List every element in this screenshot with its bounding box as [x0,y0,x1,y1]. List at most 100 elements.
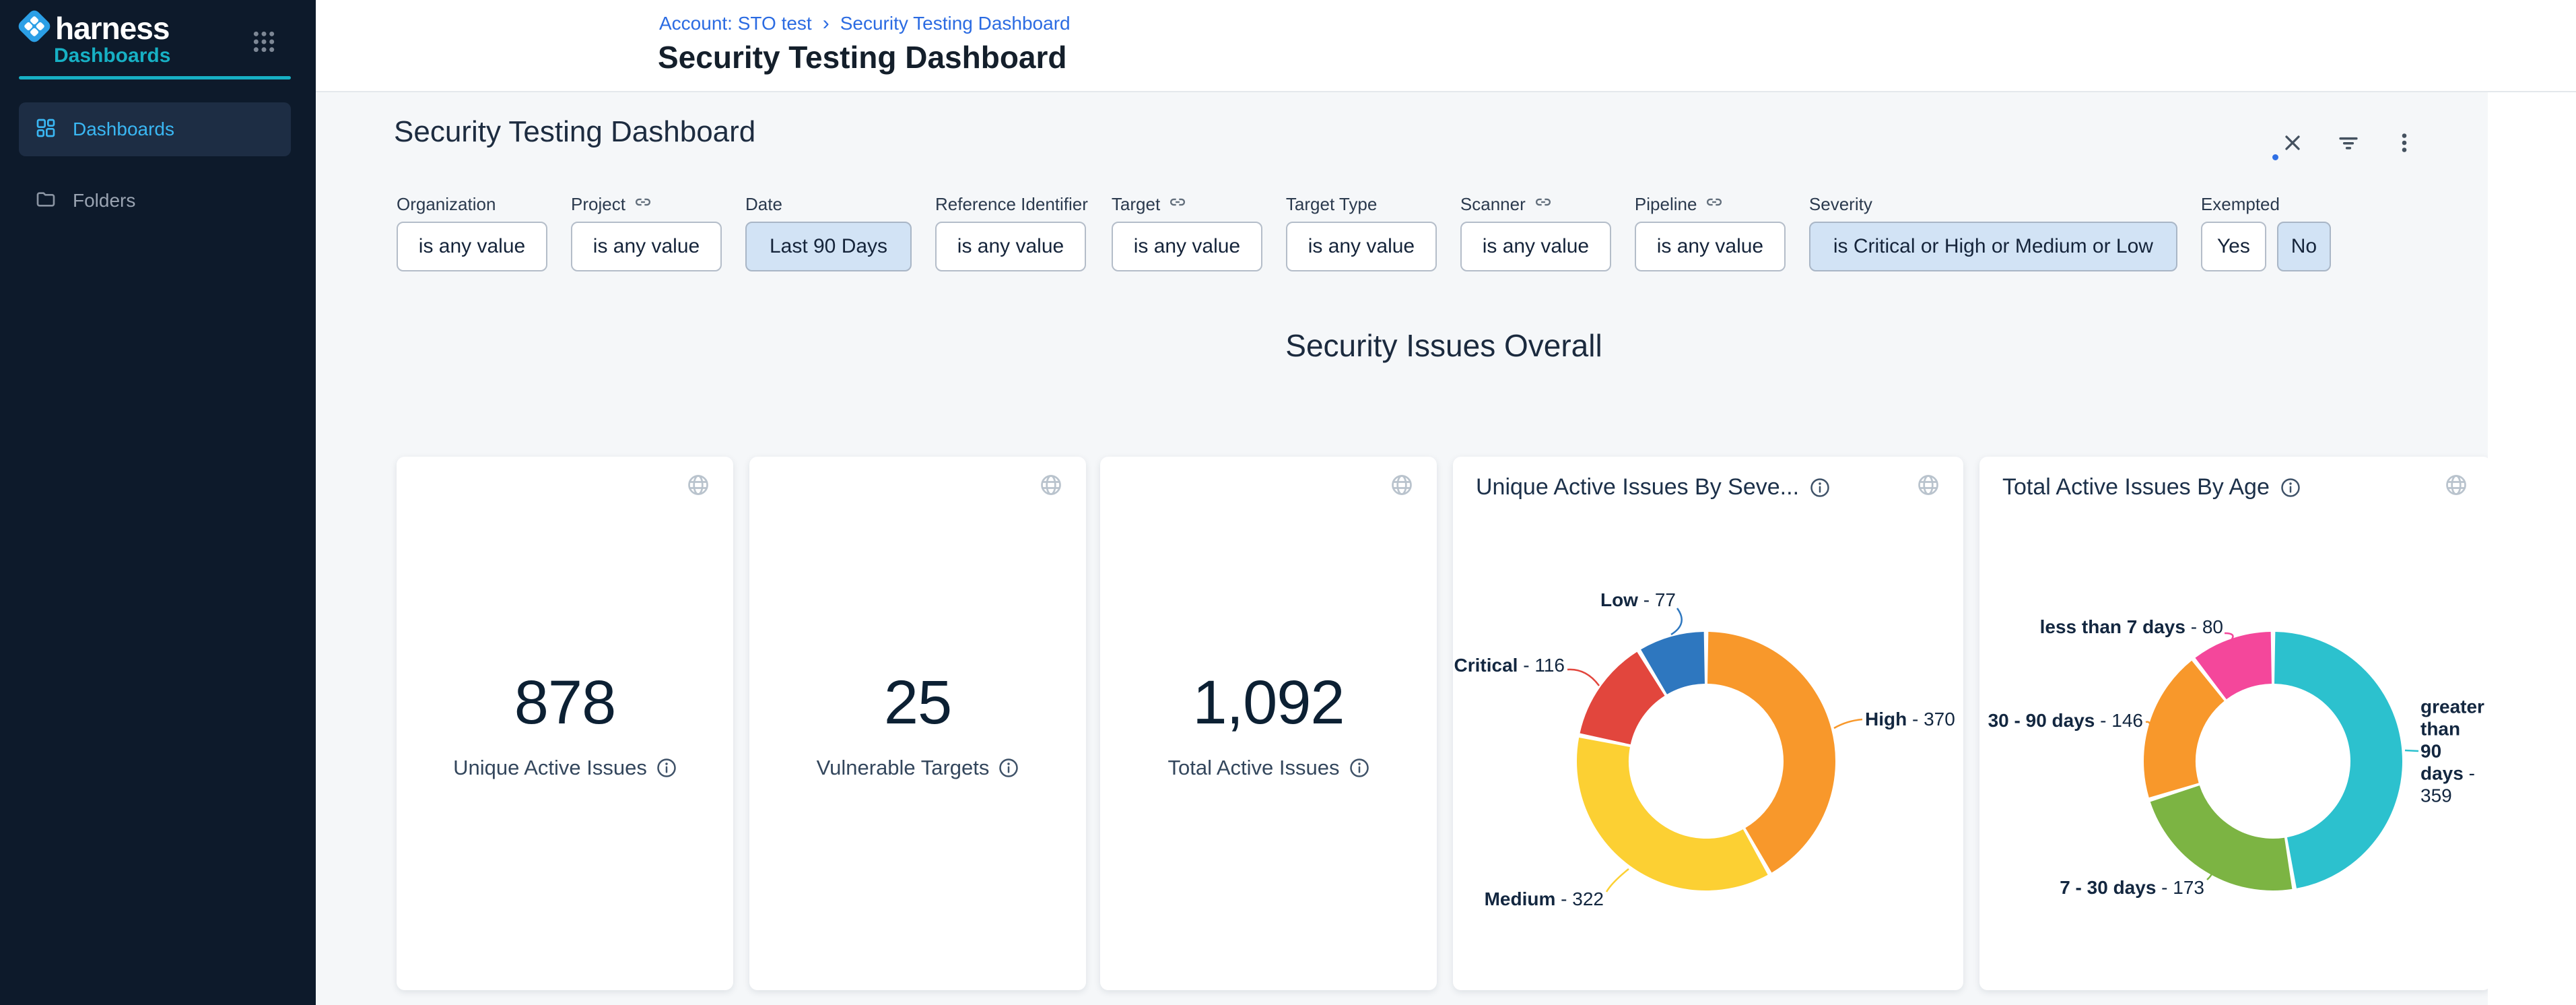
filter-label: Target [1112,193,1262,215]
donut-callout-label: less than 7 days - 80 [2040,616,2223,638]
filter-icon[interactable] [2336,130,2361,156]
filter-value-chip[interactable]: is any value [1635,222,1786,271]
filter-value-chip[interactable]: is any value [397,222,547,271]
filter-value-chip[interactable]: is any value [1112,222,1262,271]
donut-slice-high[interactable] [1708,658,1810,851]
filter-exempted: Exempted YesNo [2201,193,2331,271]
filter-label: Reference Identifier [935,193,1088,215]
top-header: Account: STO test › Security Testing Das… [316,0,2576,92]
filter-label: Organization [397,193,547,215]
callout-leader-line [2405,750,2418,751]
donut-callout-label: High - 370 [1865,709,1955,730]
stat-value: 1,092 [1192,668,1344,738]
close-icon[interactable] [2280,131,2305,155]
harness-logo[interactable]: harness [16,8,169,48]
donut-card-total-active-issues-by-age: Total Active Issues By Age greater than … [1979,457,2491,990]
filter-label: Scanner [1460,193,1611,215]
filter-value-chip[interactable]: Last 90 Days [745,222,912,271]
page-right-gutter [2488,92,2576,1005]
filter-pipeline: Pipeline is any value [1635,193,1786,271]
donut-slice-greater-than-90-days[interactable] [2275,658,2377,863]
chevron-right-icon: › [823,12,829,35]
filter-bar: Organization is any value Project is any va… [397,193,2331,271]
callout-leader-line [1671,608,1682,635]
donut-callout-label: greater than 90 days - 359 [2420,695,2484,806]
section-heading: Security Issues Overall [397,327,2491,364]
stat-label: Total Active Issues [1167,756,1339,780]
filter-reference-identifier: Reference Identifier is any value [935,193,1088,271]
filter-label: Date [745,193,912,215]
sidebar: harness Dashboards Dashboards Folders [0,0,316,1005]
dashboard-toolbar [2280,130,2416,156]
donut-slice-medium[interactable] [1603,742,1756,864]
link-icon [1534,193,1553,216]
kebab-menu-icon[interactable] [2392,131,2416,155]
callout-leader-line [1606,869,1629,892]
folder-icon [35,189,57,214]
callout-leader-line [1567,670,1599,686]
filter-label: Exempted [2201,193,2331,215]
sidebar-item-dashboards[interactable]: Dashboards [19,102,291,156]
product-name: Dashboards [54,44,170,67]
callout-leader-line [2225,633,2233,640]
callout-leader-line [2146,722,2150,726]
info-icon[interactable] [656,758,677,778]
filter-target-type: Target Type is any value [1286,193,1437,271]
sidebar-item-label: Folders [73,190,135,212]
sidebar-divider [19,76,291,79]
donut-slice-less-than-7-days[interactable] [2211,658,2272,679]
filter-value-chip[interactable]: is any value [935,222,1086,271]
info-icon[interactable] [1349,758,1369,778]
filter-value-chip[interactable]: is any value [571,222,722,271]
filter-label: Target Type [1286,193,1437,215]
stat-card-vulnerable-targets: 25 Vulnerable Targets [749,457,1086,990]
sidebar-item-folders[interactable]: Folders [19,174,291,228]
filter-label: Project [571,193,722,215]
stat-card-total-active-issues: 1,092 Total Active Issues [1100,457,1437,990]
dashboards-icon [35,117,57,142]
stat-value: 878 [514,668,616,738]
stat-card-unique-active-issues: 878 Unique Active Issues [397,457,733,990]
donut-callout-label: 7 - 30 days - 173 [2060,877,2204,899]
breadcrumb: Account: STO test › Security Testing Das… [659,12,1071,35]
filter-target: Target is any value [1112,193,1262,271]
filter-value-chip[interactable]: is any value [1460,222,1611,271]
filter-label: Severity [1809,193,2177,215]
filter-label: Pipeline [1635,193,1786,215]
sidebar-item-label: Dashboards [73,119,174,140]
sidebar-nav: Dashboards Folders [19,102,291,228]
donut-callout-label: Medium - 322 [1485,888,1604,910]
filter-project: Project is any value [571,193,722,271]
stat-label: Vulnerable Targets [817,756,990,780]
donut-callout-label: Low - 77 [1600,589,1676,611]
info-icon[interactable] [998,758,1019,778]
stat-label: Unique Active Issues [453,756,647,780]
donut-slice-critical[interactable] [1605,674,1651,739]
filter-value-chip[interactable]: is Critical or High or Medium or Low [1809,222,2177,271]
donut-slice-30---90-days[interactable] [2170,681,2208,790]
link-icon [1705,193,1724,216]
breadcrumb-account-link[interactable]: Account: STO test [659,13,812,34]
donut-card-unique-active-issues-by-severity: Unique Active Issues By Seve... High - 3… [1453,457,1963,990]
app-switcher-icon[interactable] [250,28,277,59]
donut-callout-label: 30 - 90 days - 146 [1988,710,2143,732]
filter-option-no[interactable]: No [2277,222,2331,271]
app-window: harness Dashboards Dashboards Folders Acc… [0,0,2576,1005]
page-title: Security Testing Dashboard [658,39,1067,75]
filter-option-yes[interactable]: Yes [2201,222,2266,271]
link-icon [1168,193,1187,216]
filter-date: Date Last 90 Days [745,193,912,271]
notification-dot [2272,154,2278,160]
donut-callout-label: Critical - 116 [1454,655,1565,676]
stat-value: 25 [884,668,951,738]
donut-slice-low[interactable] [1654,658,1705,672]
callout-leader-line [1834,719,1862,728]
dashboard-title: Security Testing Dashboard [394,115,755,149]
filter-organization: Organization is any value [397,193,547,271]
link-icon [634,193,652,216]
donut-slice-7---30-days[interactable] [2175,793,2288,864]
dashboard-panel: Security Testing Dashboard Organization i… [316,92,2488,1005]
filter-value-chip[interactable]: is any value [1286,222,1437,271]
filter-severity: Severity is Critical or High or Medium or… [1809,193,2177,271]
breadcrumb-dashboard-link[interactable]: Security Testing Dashboard [840,13,1071,34]
